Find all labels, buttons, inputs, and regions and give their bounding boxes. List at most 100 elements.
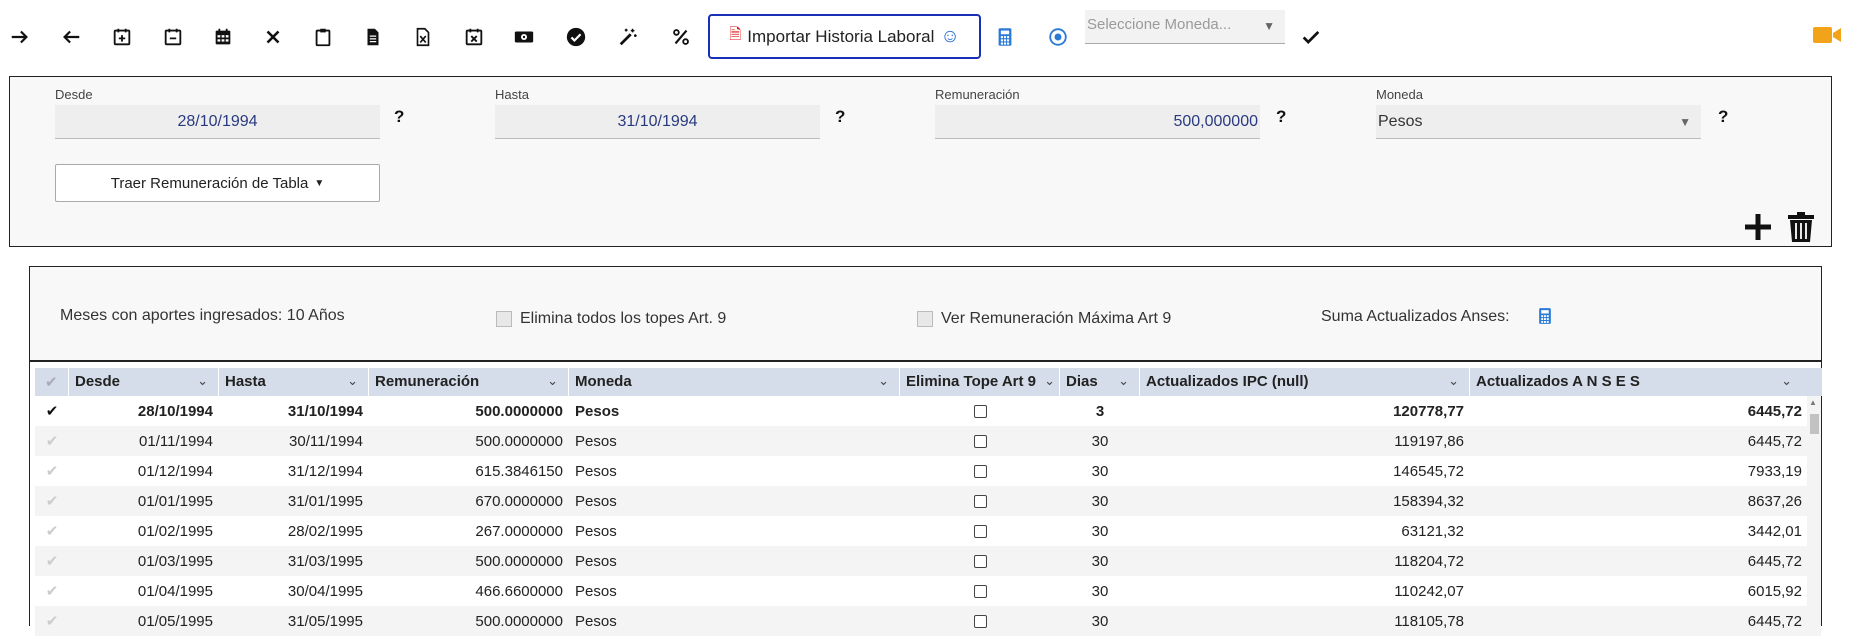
- cell-dias: 30: [1091, 552, 1109, 570]
- cell-ipc: 118204,72: [1394, 552, 1464, 570]
- currency-select[interactable]: Seleccione Moneda... ▼: [1085, 10, 1285, 44]
- row-select-check-icon[interactable]: ✔: [35, 612, 69, 630]
- add-row-button[interactable]: [1742, 211, 1774, 248]
- money-icon[interactable]: [507, 20, 541, 54]
- elimina-tope-checkbox[interactable]: [973, 585, 987, 599]
- desde-field: Desde 28/10/1994: [55, 87, 380, 139]
- arrow-left-icon[interactable]: [54, 20, 88, 54]
- column-header-ipc[interactable]: Actualizados IPC (null) ⌄: [1140, 368, 1470, 396]
- arrow-right-icon[interactable]: [3, 20, 37, 54]
- document-icon[interactable]: [356, 20, 390, 54]
- calendar-plus-icon[interactable]: [105, 20, 139, 54]
- calendar-x-icon[interactable]: [457, 20, 491, 54]
- cell-anses: 6445,72: [1747, 612, 1802, 630]
- elimina-tope-checkbox[interactable]: [973, 465, 987, 479]
- chevron-down-icon[interactable]: ⌄: [547, 373, 558, 389]
- table-row[interactable]: ✔ 01/05/1995 31/05/1995 500.0000000 Pesos 30 1…: [35, 606, 1808, 636]
- percent-icon[interactable]: [664, 20, 698, 54]
- column-header-dias[interactable]: Dias ⌄: [1060, 368, 1140, 396]
- moneda-help[interactable]: ?: [1718, 107, 1728, 127]
- table-row[interactable]: ✔ 01/03/1995 31/03/1995 500.0000000 Pesos 30 1…: [35, 546, 1808, 576]
- toolbar: 🗎 Importar Historia Laboral ☺ Seleccione…: [0, 0, 1851, 74]
- calculator-icon[interactable]: [988, 20, 1022, 54]
- hasta-help[interactable]: ?: [835, 107, 845, 127]
- cell-desde: 01/05/1995: [137, 612, 213, 630]
- table-row[interactable]: ✔ 01/11/1994 30/11/1994 500.0000000 Pesos 30 1…: [35, 426, 1808, 456]
- cell-anses: 6445,72: [1747, 432, 1802, 450]
- table-row[interactable]: ✔ 01/02/1995 28/02/1995 267.0000000 Pesos 30 6…: [35, 516, 1808, 546]
- remuneracion-input[interactable]: 500,000000: [935, 105, 1260, 139]
- cell-elimina-tope: [900, 403, 1060, 420]
- elimina-tope-checkbox[interactable]: [973, 525, 987, 539]
- confirm-check-icon[interactable]: [1294, 20, 1328, 54]
- ver-remuneracion-checkbox[interactable]: [917, 311, 933, 327]
- cell-desde: 01/12/1994: [137, 462, 213, 480]
- cell-elimina-tope: [900, 523, 1060, 540]
- column-header-moneda[interactable]: Moneda ⌄: [569, 368, 900, 396]
- vertical-scrollbar[interactable]: ▲: [1807, 396, 1821, 636]
- traer-remuneracion-button[interactable]: Traer Remuneración de Tabla ▼: [55, 164, 380, 202]
- magic-wand-icon[interactable]: [611, 20, 645, 54]
- elimina-tope-checkbox[interactable]: [973, 555, 987, 569]
- chevron-down-icon[interactable]: ⌄: [347, 373, 358, 389]
- table-row[interactable]: ✔ 01/12/1994 31/12/1994 615.3846150 Pesos 30 1…: [35, 456, 1808, 486]
- select-all-check-icon[interactable]: ✔: [35, 368, 69, 396]
- table-row[interactable]: ✔ 28/10/1994 31/10/1994 500.0000000 Pesos 3 12…: [35, 396, 1808, 426]
- cell-remuneracion: 670.0000000: [475, 492, 563, 510]
- elimina-tope-checkbox[interactable]: [973, 405, 987, 419]
- cell-moneda: Pesos: [575, 462, 617, 480]
- column-header-hasta[interactable]: Hasta ⌄: [219, 368, 369, 396]
- row-select-check-icon[interactable]: ✔: [35, 552, 69, 570]
- row-select-check-icon[interactable]: ✔: [35, 432, 69, 450]
- chevron-down-icon[interactable]: ⌄: [878, 373, 889, 389]
- delete-row-button[interactable]: [1785, 211, 1817, 248]
- cell-dias: 30: [1091, 432, 1109, 450]
- column-header-elimina-tope[interactable]: Elimina Tope Art 9 ⌄: [900, 368, 1060, 396]
- ver-remuneracion-label: Ver Remuneración Máxima Art 9: [941, 310, 1172, 327]
- column-header-anses[interactable]: Actualizados A N S E S ⌄: [1470, 368, 1822, 396]
- row-select-check-icon[interactable]: ✔: [35, 402, 69, 420]
- import-work-history-button[interactable]: 🗎 Importar Historia Laboral ☺: [708, 14, 981, 59]
- desde-input[interactable]: 28/10/1994: [55, 105, 380, 139]
- column-title: Actualizados IPC (null): [1146, 373, 1309, 390]
- hasta-input[interactable]: 31/10/1994: [495, 105, 820, 139]
- check-circle-icon[interactable]: [559, 20, 593, 54]
- radio-target-icon[interactable]: [1041, 20, 1075, 54]
- close-icon[interactable]: [256, 20, 290, 54]
- cell-moneda: Pesos: [575, 432, 617, 450]
- column-header-desde[interactable]: Desde ⌄: [69, 368, 219, 396]
- elimina-tope-checkbox[interactable]: [973, 435, 987, 449]
- chevron-down-icon[interactable]: ⌄: [1044, 373, 1055, 389]
- moneda-select[interactable]: Pesos ▼: [1376, 105, 1701, 139]
- video-camera-icon[interactable]: [1812, 22, 1842, 53]
- row-select-check-icon[interactable]: ✔: [35, 522, 69, 540]
- chevron-down-icon[interactable]: ⌄: [1448, 373, 1459, 389]
- row-select-check-icon[interactable]: ✔: [35, 492, 69, 510]
- scrollbar-thumb[interactable]: [1810, 414, 1819, 434]
- clipboard-icon[interactable]: [306, 20, 340, 54]
- remuneracion-help[interactable]: ?: [1276, 107, 1286, 127]
- column-title: Moneda: [575, 373, 632, 390]
- row-select-check-icon[interactable]: ✔: [35, 582, 69, 600]
- chevron-down-icon[interactable]: ⌄: [197, 373, 208, 389]
- row-select-check-icon[interactable]: ✔: [35, 462, 69, 480]
- scroll-up-icon[interactable]: ▲: [1809, 398, 1817, 407]
- cell-remuneracion: 466.6600000: [475, 582, 563, 600]
- cell-moneda: Pesos: [575, 522, 617, 540]
- excel-file-icon[interactable]: [406, 20, 440, 54]
- cell-dias: 30: [1091, 492, 1109, 510]
- elimina-topes-checkbox[interactable]: [496, 311, 512, 327]
- trash-icon: [1788, 212, 1814, 242]
- chevron-down-icon[interactable]: ⌄: [1118, 373, 1129, 389]
- cell-elimina-tope: [900, 553, 1060, 570]
- table-row[interactable]: ✔ 01/04/1995 30/04/1995 466.6600000 Pesos 30 1…: [35, 576, 1808, 606]
- calendar-grid-icon[interactable]: [206, 20, 240, 54]
- remuneracion-field: Remuneración 500,000000: [935, 87, 1260, 139]
- calendar-minus-icon[interactable]: [156, 20, 190, 54]
- chevron-down-icon[interactable]: ⌄: [1781, 373, 1792, 389]
- calculator-icon[interactable]: [1535, 305, 1555, 332]
- desde-help[interactable]: ?: [394, 107, 404, 127]
- table-row[interactable]: ✔ 01/01/1995 31/01/1995 670.0000000 Pesos 30 1…: [35, 486, 1808, 516]
- column-header-remuneracion[interactable]: Remuneración ⌄: [369, 368, 569, 396]
- elimina-tope-checkbox[interactable]: [973, 495, 987, 509]
